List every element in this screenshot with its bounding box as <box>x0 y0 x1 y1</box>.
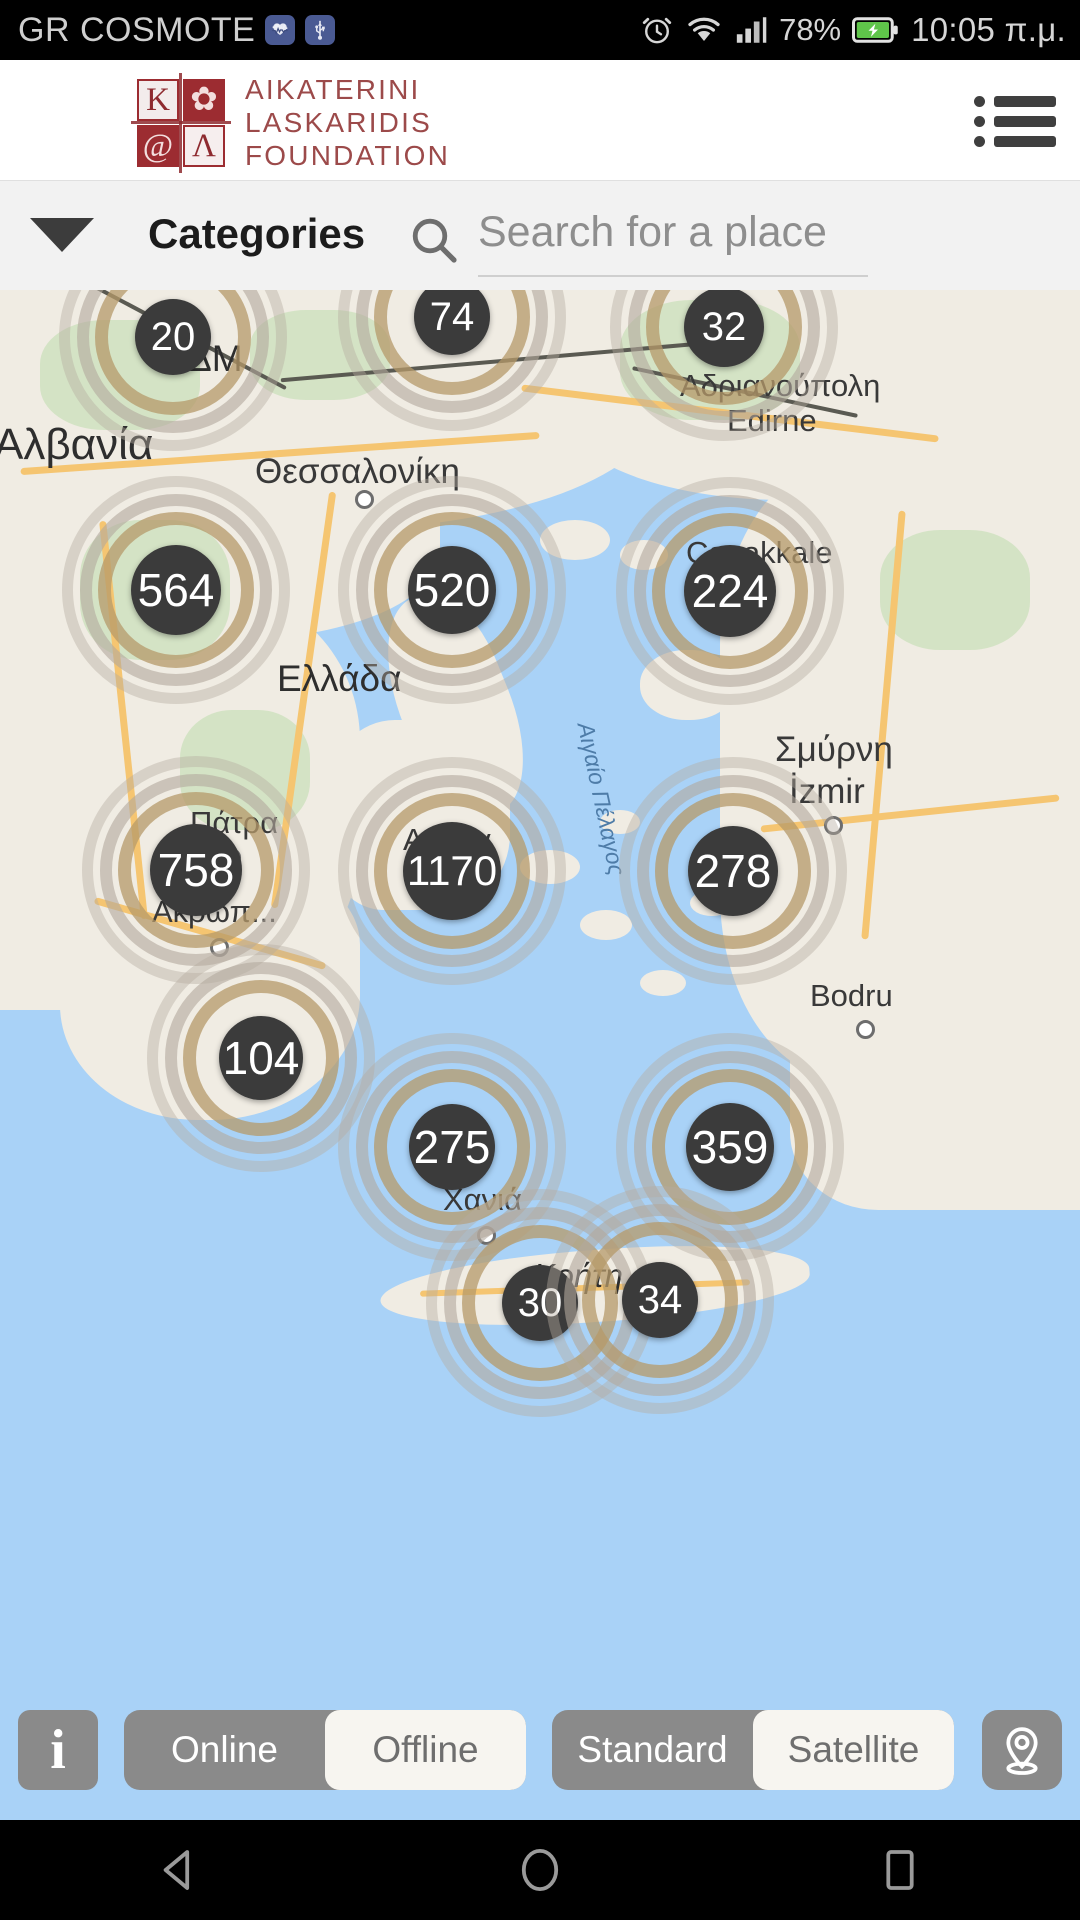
cluster-bubble[interactable]: 104 <box>219 1016 303 1100</box>
brand-line-3: FOUNDATION <box>245 140 451 171</box>
cluster-count: 520 <box>413 564 491 616</box>
cluster-count: 20 <box>150 315 196 359</box>
cluster-marker[interactable]: 278 <box>618 756 848 986</box>
home-button[interactable] <box>480 1820 600 1920</box>
cluster-bubble[interactable]: 359 <box>686 1103 774 1191</box>
locate-me-button[interactable] <box>982 1710 1062 1790</box>
brand-line-2: LASKARIDIS <box>245 107 432 138</box>
search-icon[interactable] <box>408 214 460 271</box>
cluster-bubble[interactable]: 564 <box>131 545 221 635</box>
cluster-count: 275 <box>413 1121 491 1173</box>
status-bar-clock: 10:05 π.μ. <box>911 11 1066 48</box>
carrier-name: GR COSMOTE <box>18 10 256 49</box>
info-button[interactable]: i <box>18 1710 98 1790</box>
menu-bar <box>994 115 1056 127</box>
connectivity-option-offline[interactable]: Offline <box>325 1710 526 1790</box>
cluster-bubble[interactable]: 758 <box>150 824 242 916</box>
back-triangle-icon <box>163 1850 190 1890</box>
brand-line-1: AIKATERINI <box>245 74 421 105</box>
signal-icon <box>734 14 768 46</box>
cluster-marker[interactable]: 564 <box>61 475 291 705</box>
cluster-bubble[interactable]: 32 <box>684 290 764 367</box>
cluster-count: 278 <box>694 845 772 897</box>
menu-bar <box>994 95 1056 107</box>
menu-dot <box>974 95 985 107</box>
cluster-count: 34 <box>637 1278 683 1322</box>
cluster-count: 74 <box>429 295 475 339</box>
map-type-option-standard[interactable]: Standard <box>552 1710 753 1790</box>
app-root: GR COSMOTE 78% 10:05 π.μ. Κ ✿ @ Λ AIKATE… <box>0 0 1080 1920</box>
cluster-bubble[interactable]: 275 <box>409 1104 495 1190</box>
recents-square-icon <box>886 1850 914 1890</box>
menu-row <box>974 95 1062 107</box>
categories-button[interactable]: Categories <box>148 210 365 258</box>
map-canvas[interactable]: Αιγαίο Πέλαγος ΓΔΜ Αδριανούπολη Edirne Α… <box>0 290 1080 1820</box>
cluster-marker[interactable]: 74 <box>337 290 567 432</box>
logo-cell-at: @ <box>137 125 179 167</box>
app-header: Κ ✿ @ Λ AIKATERINI LASKARIDIS FOUNDATION <box>0 60 1080 180</box>
wifi-icon <box>685 14 723 46</box>
city-dot-bodrum <box>856 1020 875 1039</box>
vegetation-area-5 <box>880 530 1030 650</box>
status-bar-right: 78% 10:05 π.μ. <box>640 0 1066 60</box>
home-circle-icon <box>521 1849 559 1891</box>
cluster-count: 32 <box>701 305 747 349</box>
connectivity-toggle[interactable]: Online Offline <box>124 1710 526 1790</box>
cluster-bubble[interactable]: 20 <box>135 299 211 375</box>
cluster-marker[interactable]: 34 <box>545 1185 775 1415</box>
brand-name: AIKATERINI LASKARIDIS FOUNDATION <box>245 74 450 172</box>
cluster-bubble[interactable]: 520 <box>408 546 496 634</box>
cluster-count: 224 <box>691 565 769 617</box>
menu-bar <box>994 135 1056 147</box>
recents-button[interactable] <box>840 1820 960 1920</box>
cluster-marker[interactable]: 520 <box>337 475 567 705</box>
map-type-toggle[interactable]: Standard Satellite <box>552 1710 954 1790</box>
battery-icon <box>852 15 900 45</box>
search-placeholder: Search for a place <box>478 208 827 256</box>
map-controls-bar: i Online Offline Standard Satellite <box>0 1700 1080 1800</box>
status-bar: GR COSMOTE 78% 10:05 π.μ. <box>0 0 1080 60</box>
brand-logo: Κ ✿ @ Λ AIKATERINI LASKARIDIS FOUNDATION <box>131 73 450 173</box>
cluster-count: 104 <box>222 1032 300 1084</box>
cluster-bubble[interactable]: 34 <box>622 1262 698 1338</box>
menu-row <box>974 135 1062 147</box>
map-type-option-satellite[interactable]: Satellite <box>753 1710 954 1790</box>
logo-cell-ornament: ✿ <box>183 79 225 121</box>
cluster-marker[interactable]: 224 <box>615 476 845 706</box>
cluster-count: 758 <box>157 844 235 896</box>
logo-cross-horizontal <box>131 121 231 124</box>
logo-cell-kappa: Κ <box>137 79 179 121</box>
connectivity-option-online[interactable]: Online <box>124 1710 325 1790</box>
list-menu-icon[interactable] <box>968 90 1062 152</box>
search-toolbar: Categories Search for a place <box>0 180 1080 290</box>
logo-mark-icon: Κ ✿ @ Λ <box>131 73 231 173</box>
menu-dot <box>974 115 985 127</box>
android-nav-bar <box>0 1820 1080 1920</box>
search-input[interactable]: Search for a place <box>478 208 868 277</box>
battery-percent: 78% <box>779 12 842 47</box>
cluster-marker[interactable]: 20 <box>58 290 288 452</box>
cluster-count: 1170 <box>406 847 498 894</box>
usb-icon <box>305 15 336 45</box>
cluster-bubble[interactable]: 278 <box>688 826 778 916</box>
back-button[interactable] <box>120 1820 240 1920</box>
status-bar-left: GR COSMOTE <box>18 0 336 60</box>
cluster-count: 359 <box>691 1121 769 1173</box>
menu-dot <box>974 135 985 147</box>
cluster-count: 564 <box>137 564 215 616</box>
cluster-bubble[interactable]: 224 <box>684 545 776 637</box>
logo-cell-lambda: Λ <box>183 125 225 167</box>
cluster-bubble[interactable]: 1170 <box>403 822 501 920</box>
chevron-down-icon[interactable] <box>30 218 94 252</box>
alarm-icon <box>640 13 674 47</box>
menu-row <box>974 115 1062 127</box>
info-icon: i <box>50 1719 66 1781</box>
location-pin-icon <box>1006 1727 1038 1775</box>
cluster-marker[interactable]: 32 <box>609 290 839 442</box>
heart-rate-icon <box>265 15 296 45</box>
